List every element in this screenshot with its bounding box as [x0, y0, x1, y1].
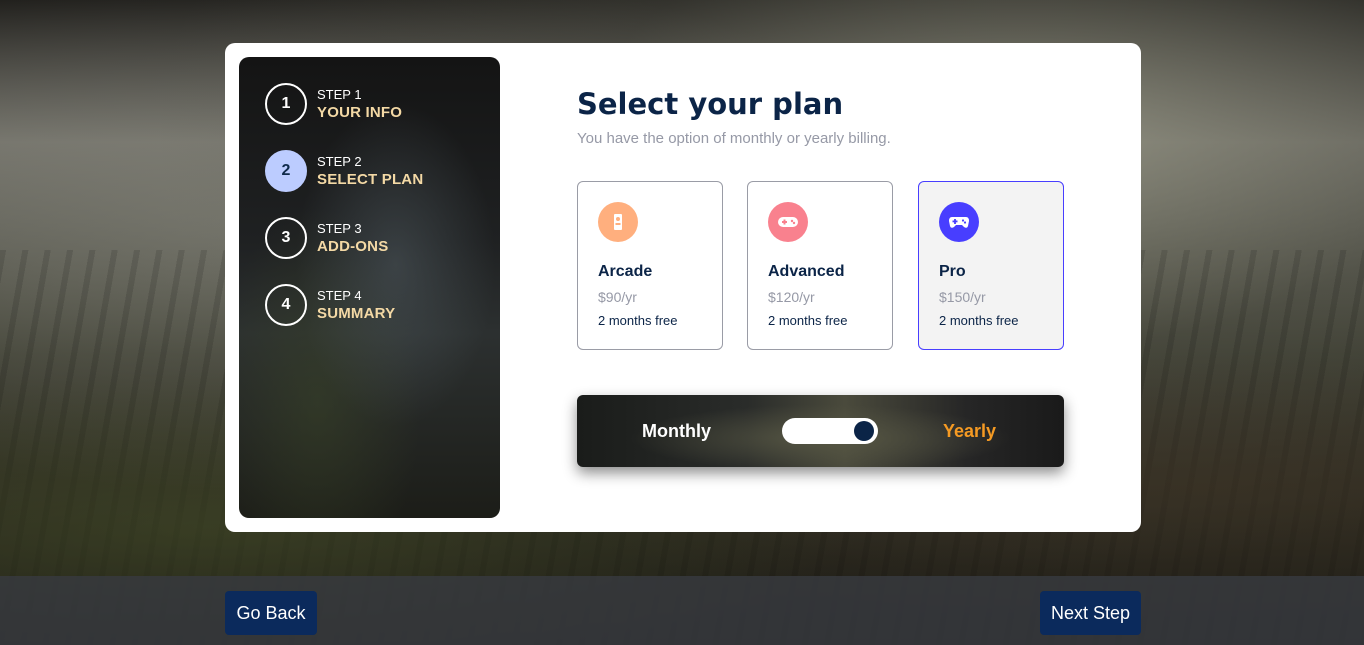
- step-label: STEP 4: [317, 288, 362, 303]
- step-number: 3: [265, 217, 307, 259]
- footer-bar: Go Back Next Step: [0, 576, 1364, 645]
- toggle-knob: [854, 421, 874, 441]
- step-title: SUMMARY: [317, 305, 396, 322]
- yearly-label[interactable]: Yearly: [943, 421, 996, 442]
- plan-name: Advanced: [768, 263, 845, 280]
- arcade-icon: [598, 202, 638, 242]
- step-label: STEP 1: [317, 87, 362, 102]
- plan-bonus: 2 months free: [939, 313, 1019, 328]
- step-1[interactable]: 1 STEP 1 YOUR INFO: [265, 83, 402, 125]
- plan-name: Arcade: [598, 263, 653, 280]
- step-title: YOUR INFO: [317, 104, 403, 121]
- plan-name: Pro: [939, 263, 966, 280]
- page-title: Select your plan: [577, 87, 844, 121]
- step-number: 1: [265, 83, 307, 125]
- step-4[interactable]: 4 STEP 4 SUMMARY: [265, 284, 395, 326]
- plan-price: $90/yr: [598, 289, 637, 305]
- controller-icon: [939, 202, 979, 242]
- plan-bonus: 2 months free: [598, 313, 678, 328]
- steps-sidebar: 1 STEP 1 YOUR INFO 2 STEP 2 SELECT PLAN …: [239, 57, 500, 518]
- billing-toggle-bar: Monthly Yearly: [577, 395, 1064, 467]
- gamepad-icon: [768, 202, 808, 242]
- go-back-button[interactable]: Go Back: [225, 591, 317, 635]
- step-3[interactable]: 3 STEP 3 ADD-ONS: [265, 217, 388, 259]
- step-title: ADD-ONS: [317, 238, 389, 255]
- billing-toggle[interactable]: [782, 418, 878, 444]
- step-label: STEP 3: [317, 221, 362, 236]
- step-2[interactable]: 2 STEP 2 SELECT PLAN: [265, 150, 423, 192]
- plan-card-advanced[interactable]: Advanced $120/yr 2 months free: [747, 181, 893, 350]
- monthly-label[interactable]: Monthly: [642, 421, 711, 442]
- form-card: 1 STEP 1 YOUR INFO 2 STEP 2 SELECT PLAN …: [225, 43, 1141, 532]
- page-subtitle: You have the option of monthly or yearly…: [577, 130, 891, 147]
- next-step-button[interactable]: Next Step: [1040, 591, 1141, 635]
- step-number: 4: [265, 284, 307, 326]
- plan-price: $150/yr: [939, 289, 986, 305]
- step-number: 2: [265, 150, 307, 192]
- step-label: STEP 2: [317, 154, 362, 169]
- plan-card-arcade[interactable]: Arcade $90/yr 2 months free: [577, 181, 723, 350]
- plan-card-pro[interactable]: Pro $150/yr 2 months free: [918, 181, 1064, 350]
- plan-bonus: 2 months free: [768, 313, 848, 328]
- step-title: SELECT PLAN: [317, 171, 424, 188]
- plan-price: $120/yr: [768, 289, 815, 305]
